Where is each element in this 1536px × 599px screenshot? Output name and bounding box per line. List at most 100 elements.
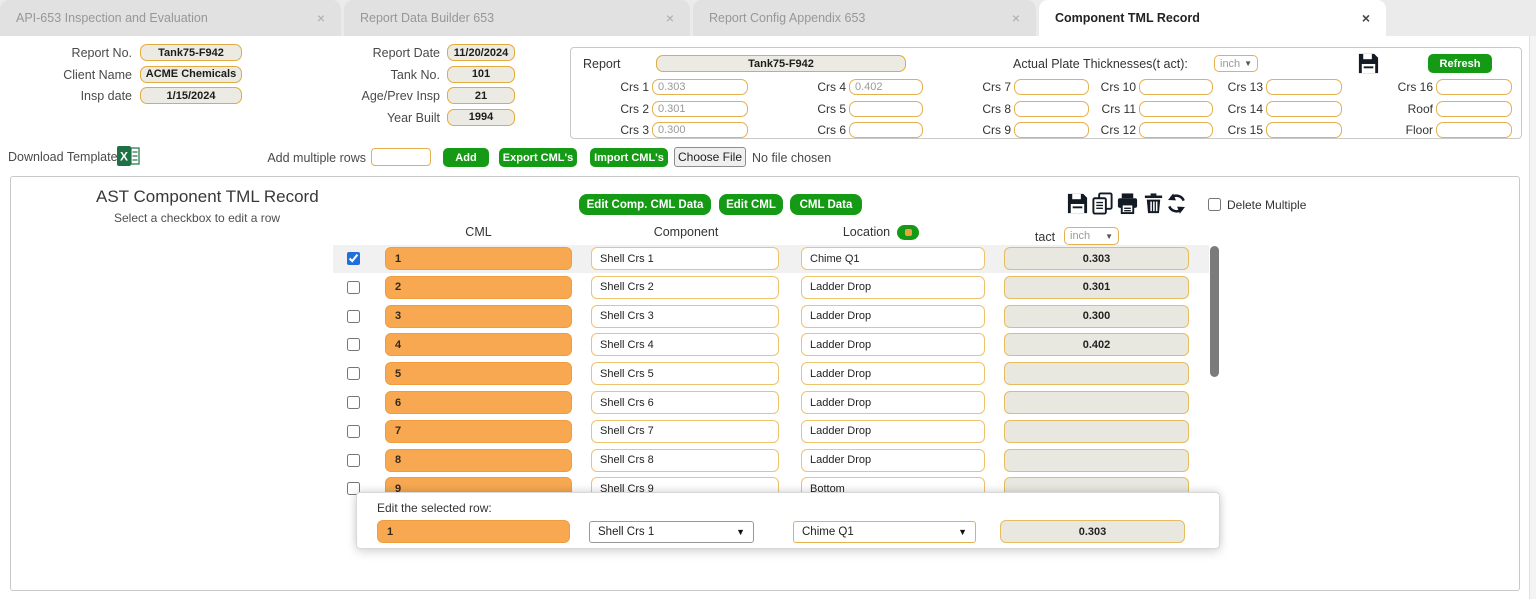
crs-input-crs-5[interactable] xyxy=(849,101,923,117)
print-icon[interactable] xyxy=(1116,192,1139,215)
form-field-tank-no-[interactable]: 101 xyxy=(447,66,515,83)
tab-report-data-builder-653[interactable]: Report Data Builder 653× xyxy=(344,0,690,36)
row-component-cell[interactable]: Shell Crs 4 xyxy=(591,333,779,356)
crs-input-crs-16[interactable] xyxy=(1436,79,1512,95)
crs-input-crs-9[interactable] xyxy=(1014,122,1089,138)
row-location-cell[interactable]: Ladder Drop xyxy=(801,391,985,414)
excel-icon[interactable]: X xyxy=(116,144,140,168)
row-cml-cell[interactable]: 3 xyxy=(385,305,572,328)
row-component-cell[interactable]: Shell Crs 1 xyxy=(591,247,779,270)
row-cml-cell[interactable]: 5 xyxy=(385,362,572,385)
export-cmls-button[interactable]: Export CML's xyxy=(499,148,577,167)
delete-multiple-checkbox[interactable] xyxy=(1208,198,1221,211)
row-location-cell[interactable]: Ladder Drop xyxy=(801,420,985,443)
choose-file-button[interactable]: Choose File xyxy=(674,147,746,167)
edit-comp-cml-data-button[interactable]: Edit Comp. CML Data xyxy=(579,194,711,215)
page-scrollbar-track[interactable] xyxy=(1529,36,1536,599)
row-cml-cell[interactable]: 7 xyxy=(385,420,572,443)
row-cml-cell[interactable]: 2 xyxy=(385,276,572,299)
cml-data-button[interactable]: CML Data xyxy=(790,194,862,215)
download-template-link[interactable]: Download Template xyxy=(8,150,118,164)
save-icon[interactable] xyxy=(1357,52,1380,75)
crs-input-crs-12[interactable] xyxy=(1139,122,1213,138)
close-icon[interactable]: × xyxy=(1362,10,1370,26)
row-component-cell[interactable]: Shell Crs 2 xyxy=(591,276,779,299)
row-component-cell[interactable]: Shell Crs 8 xyxy=(591,449,779,472)
row-checkbox-6[interactable] xyxy=(347,396,360,409)
row-checkbox-1[interactable] xyxy=(347,252,360,265)
crs-input-crs-11[interactable] xyxy=(1139,101,1213,117)
copy-icon[interactable] xyxy=(1091,192,1114,215)
refresh-button[interactable]: Refresh xyxy=(1428,54,1492,73)
row-tact-cell[interactable] xyxy=(1004,420,1189,443)
edit-row-cml-cell[interactable]: 1 xyxy=(377,520,570,543)
crs-input-crs-2[interactable]: 0.301 xyxy=(652,101,748,117)
table-scrollbar-thumb[interactable] xyxy=(1210,246,1219,377)
row-tact-cell[interactable] xyxy=(1004,391,1189,414)
tab-report-config-appendix-653[interactable]: Report Config Appendix 653× xyxy=(693,0,1036,36)
row-checkbox-3[interactable] xyxy=(347,310,360,323)
row-cml-cell[interactable]: 8 xyxy=(385,449,572,472)
crs-input-crs-3[interactable]: 0.300 xyxy=(652,122,748,138)
add-multiple-rows-input[interactable] xyxy=(371,148,431,166)
row-component-cell[interactable]: Shell Crs 6 xyxy=(591,391,779,414)
row-tact-cell[interactable]: 0.301 xyxy=(1004,276,1189,299)
row-tact-cell[interactable]: 0.402 xyxy=(1004,333,1189,356)
row-tact-cell[interactable]: 0.303 xyxy=(1004,247,1189,270)
edit-row-tact-field[interactable]: 0.303 xyxy=(1000,520,1185,543)
crs-input-crs-6[interactable] xyxy=(849,122,923,138)
report-field[interactable]: Tank75-F942 xyxy=(656,55,906,72)
thickness-unit-select[interactable]: inch ▼ xyxy=(1214,55,1258,72)
row-location-cell[interactable]: Ladder Drop xyxy=(801,449,985,472)
row-component-cell[interactable]: Shell Crs 5 xyxy=(591,362,779,385)
edit-cml-button[interactable]: Edit CML xyxy=(719,194,783,215)
form-field-report-date[interactable]: 11/20/2024 xyxy=(447,44,515,61)
form-field-report-no-[interactable]: Tank75-F942 xyxy=(140,44,242,61)
edit-row-location-select[interactable]: Chime Q1 ▼ xyxy=(793,521,976,543)
form-field-insp-date[interactable]: 1/15/2024 xyxy=(140,87,242,104)
row-location-cell[interactable]: Chime Q1 xyxy=(801,247,985,270)
row-checkbox-5[interactable] xyxy=(347,367,360,380)
refresh-icon[interactable] xyxy=(1165,192,1188,215)
row-location-cell[interactable]: Ladder Drop xyxy=(801,276,985,299)
crs-input-crs-10[interactable] xyxy=(1139,79,1213,95)
form-field-client-name[interactable]: ACME Chemicals xyxy=(140,66,242,83)
tab-api-653-inspection[interactable]: API-653 Inspection and Evaluation× xyxy=(0,0,341,36)
trash-icon[interactable] xyxy=(1142,192,1165,215)
row-checkbox-8[interactable] xyxy=(347,454,360,467)
row-tact-cell[interactable] xyxy=(1004,449,1189,472)
row-location-cell[interactable]: Ladder Drop xyxy=(801,333,985,356)
row-component-cell[interactable]: Shell Crs 7 xyxy=(591,420,779,443)
row-tact-cell[interactable]: 0.300 xyxy=(1004,305,1189,328)
row-location-cell[interactable]: Ladder Drop xyxy=(801,305,985,328)
crs-input-floor[interactable] xyxy=(1436,122,1512,138)
crs-input-crs-15[interactable] xyxy=(1266,122,1342,138)
crs-input-crs-14[interactable] xyxy=(1266,101,1342,117)
close-icon[interactable]: × xyxy=(1012,10,1020,26)
crs-input-crs-8[interactable] xyxy=(1014,101,1089,117)
crs-input-roof[interactable] xyxy=(1436,101,1512,117)
crs-input-crs-1[interactable]: 0.303 xyxy=(652,79,748,95)
add-button[interactable]: Add xyxy=(443,148,489,167)
row-cml-cell[interactable]: 1 xyxy=(385,247,572,270)
row-checkbox-4[interactable] xyxy=(347,338,360,351)
row-tact-cell[interactable] xyxy=(1004,362,1189,385)
form-field-age-prev-insp[interactable]: 21 xyxy=(447,87,515,104)
row-cml-cell[interactable]: 6 xyxy=(385,391,572,414)
tab-component-tml-record[interactable]: Component TML Record× xyxy=(1039,0,1386,36)
crs-input-crs-4[interactable]: 0.402 xyxy=(849,79,923,95)
row-component-cell[interactable]: Shell Crs 3 xyxy=(591,305,779,328)
row-cml-cell[interactable]: 4 xyxy=(385,333,572,356)
form-field-year-built[interactable]: 1994 xyxy=(447,109,515,126)
edit-row-component-select[interactable]: Shell Crs 1 ▼ xyxy=(589,521,754,543)
close-icon[interactable]: × xyxy=(666,10,674,26)
row-checkbox-2[interactable] xyxy=(347,281,360,294)
save-icon[interactable] xyxy=(1066,192,1089,215)
location-dropdown-pill[interactable] xyxy=(897,225,919,240)
crs-input-crs-13[interactable] xyxy=(1266,79,1342,95)
row-checkbox-7[interactable] xyxy=(347,425,360,438)
import-cmls-button[interactable]: Import CML's xyxy=(590,148,668,167)
row-location-cell[interactable]: Ladder Drop xyxy=(801,362,985,385)
close-icon[interactable]: × xyxy=(317,10,325,26)
crs-input-crs-7[interactable] xyxy=(1014,79,1089,95)
